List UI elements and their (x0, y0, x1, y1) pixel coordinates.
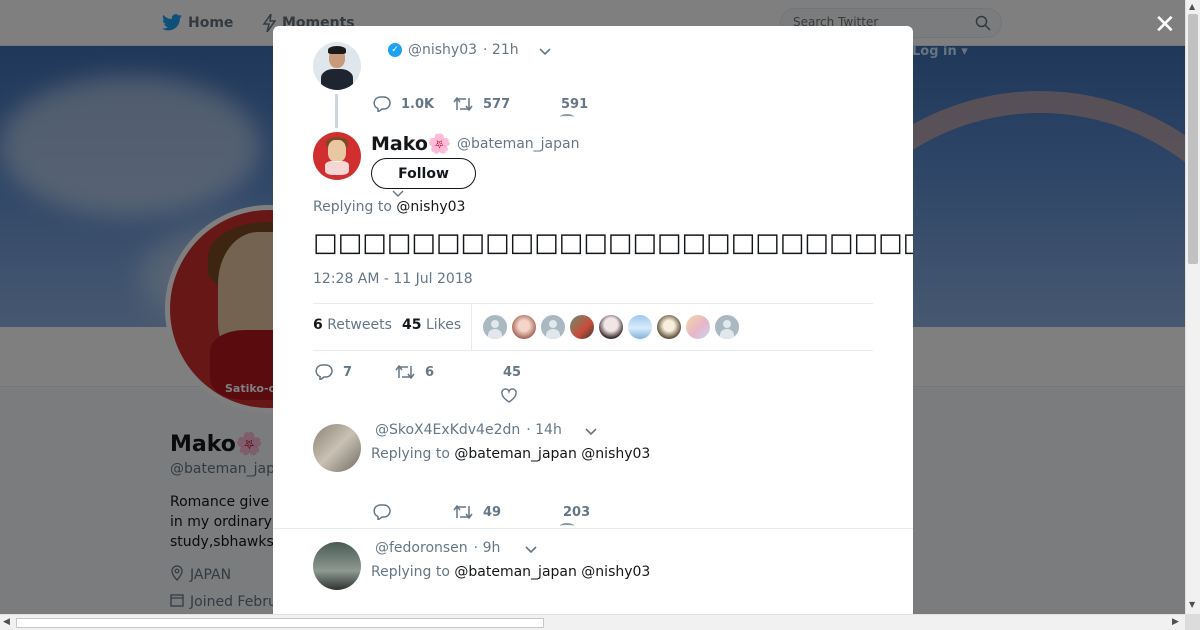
reply-menu-chevron-down-icon[interactable] (525, 544, 537, 557)
reply-reply-button[interactable] (373, 504, 401, 520)
retweet-icon (453, 504, 473, 520)
main-tweet-author-handle[interactable]: @bateman_japan (457, 136, 579, 152)
heart-icon[interactable] (501, 388, 517, 407)
likes-stat[interactable]: 45 Likes (402, 317, 461, 333)
stats-vertical-divider (471, 304, 472, 350)
scrollbar-corner (1185, 614, 1200, 630)
scroll-right-arrow-icon[interactable]: ▶ (1172, 617, 1179, 627)
reply-time[interactable]: · 9h (474, 540, 501, 556)
reply-icon (373, 504, 391, 520)
reply-replying-to: Replying to @bateman_japan @nishy03 (371, 446, 651, 462)
liker-avatar[interactable] (628, 315, 652, 339)
horizontal-scroll-thumb[interactable] (16, 618, 544, 628)
parent-tweet-header: ✓ @nishy03 · 21h (388, 42, 519, 58)
close-modal-button[interactable]: ✕ (1154, 12, 1176, 38)
stats-divider-bottom (313, 350, 873, 351)
vertical-scrollbar[interactable]: ▲ ▼ (1185, 0, 1200, 614)
main-like-count[interactable]: 45 (503, 365, 521, 380)
liker-avatar[interactable] (657, 315, 681, 339)
reply-author-avatar[interactable] (313, 542, 361, 590)
main-tweet-actions: 7 6 45 (315, 362, 575, 382)
reply-icon (315, 364, 333, 380)
liker-avatar[interactable] (512, 315, 536, 339)
reply-mentions[interactable]: @bateman_japan @nishy03 (454, 564, 650, 580)
reply-header: @SkoX4ExKdv4e2dn · 14h (375, 422, 562, 438)
replying-mention-link[interactable]: @nishy03 (396, 199, 465, 215)
reply-time[interactable]: · 14h (526, 422, 562, 438)
reply-author-handle[interactable]: @fedoronsen (375, 540, 468, 556)
liker-avatars (483, 315, 739, 339)
parent-retweet-button[interactable]: 577 (453, 96, 510, 112)
parent-tweet-menu-chevron-down-icon[interactable] (539, 46, 551, 59)
reply-icon (373, 96, 391, 112)
liker-avatar[interactable] (570, 315, 594, 339)
reply-retweet-button[interactable]: 49 (453, 504, 501, 520)
mako-avatar[interactable] (313, 132, 361, 180)
scroll-up-arrow-icon[interactable]: ▲ (1189, 2, 1195, 11)
main-reply-button[interactable]: 7 (315, 364, 352, 380)
main-tweet-timestamp[interactable]: 12:28 AM - 11 Jul 2018 (313, 271, 473, 287)
liker-avatar[interactable] (686, 315, 710, 339)
parent-reply-button[interactable]: 1.0K (373, 96, 434, 112)
nishy03-avatar[interactable] (313, 42, 361, 90)
liker-avatar[interactable] (483, 315, 507, 339)
login-link[interactable]: Log in ▾ (912, 44, 968, 59)
parent-heart-icon[interactable] (560, 114, 574, 120)
retweet-icon (395, 364, 415, 380)
reply-header: @fedoronsen · 9h (375, 540, 500, 556)
retweet-icon (453, 96, 473, 112)
scroll-left-arrow-icon[interactable]: ◀ (3, 617, 10, 627)
reply-separator (273, 528, 913, 529)
thread-connector (335, 94, 338, 128)
follow-button[interactable]: Follow (371, 158, 476, 189)
tweet-modal: ✓ @nishy03 · 21h 1.0K 577 591 Mako🌸 @bat… (273, 26, 913, 614)
reply-replying-to: Replying to @bateman_japan @nishy03 (371, 564, 651, 580)
parent-like-button[interactable]: 591 (561, 97, 588, 112)
parent-tweet-handle[interactable]: @nishy03 (408, 42, 477, 58)
main-tweet-author-name[interactable]: Mako🌸 (371, 132, 452, 155)
reply-menu-chevron-down-icon[interactable] (585, 426, 597, 439)
main-tweet-replying-to: Replying to @nishy03 (313, 199, 466, 215)
vertical-scroll-thumb[interactable] (1188, 14, 1198, 264)
parent-tweet-time[interactable]: · 21h (483, 42, 519, 58)
verified-badge-icon: ✓ (388, 43, 402, 57)
reply-author-avatar[interactable] (313, 424, 361, 472)
retweets-stat[interactable]: 6 Retweets (313, 317, 392, 333)
stats-divider-top (313, 303, 873, 304)
main-retweet-button[interactable]: 6 (395, 364, 434, 380)
main-tweet-text: □□□□□□□□□□□□□□□□□□□□□□□□□□□□□□□□□□□□□□□□… (313, 228, 913, 258)
reply-like-count[interactable]: 203 (563, 505, 590, 520)
reply-mentions[interactable]: @bateman_japan @nishy03 (454, 446, 650, 462)
liker-avatar[interactable] (599, 315, 623, 339)
parent-tweet-actions: 1.0K 577 591 (373, 94, 633, 114)
scroll-down-arrow-icon[interactable]: ▼ (1189, 600, 1195, 609)
liker-avatar[interactable] (715, 315, 739, 339)
liker-avatar[interactable] (541, 315, 565, 339)
horizontal-scrollbar[interactable]: ◀ ▶ (0, 614, 1185, 630)
reply-actions: 49 203 (373, 502, 633, 522)
reply-author-handle[interactable]: @SkoX4ExKdv4e2dn (375, 422, 520, 438)
